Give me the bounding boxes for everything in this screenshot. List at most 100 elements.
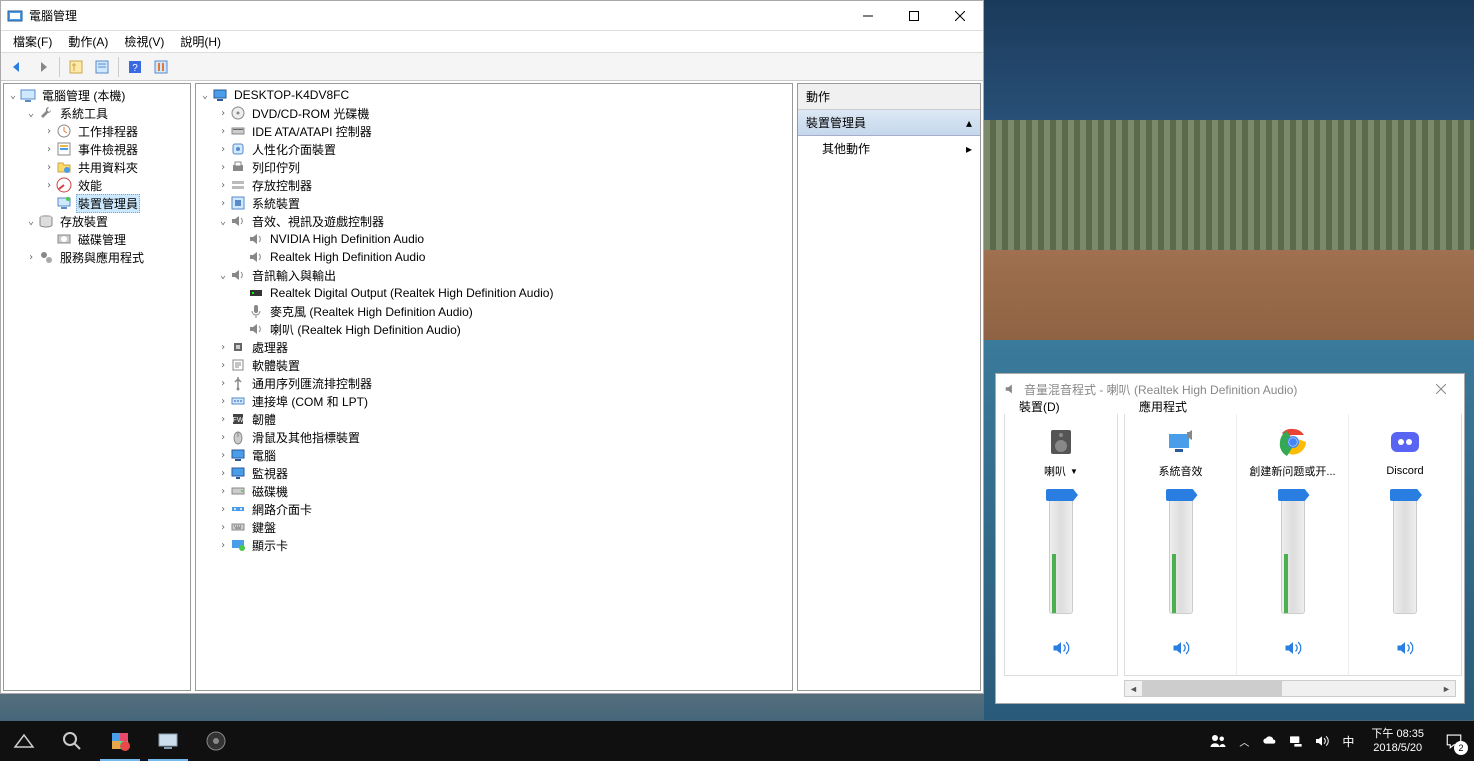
expand-icon[interactable]: › bbox=[216, 468, 230, 479]
left-tree-item[interactable]: ›共用資料夾 bbox=[6, 158, 188, 176]
expand-icon[interactable]: › bbox=[216, 486, 230, 497]
volume-slider[interactable] bbox=[1278, 494, 1308, 624]
network-icon[interactable] bbox=[1283, 721, 1309, 761]
show-hide-tree-button[interactable] bbox=[64, 55, 88, 79]
menu-file[interactable]: 檔案(F) bbox=[5, 31, 60, 52]
expand-icon[interactable]: › bbox=[216, 198, 230, 209]
left-tree-item[interactable]: ›服務與應用程式 bbox=[6, 248, 188, 266]
expand-icon[interactable]: › bbox=[42, 144, 56, 155]
device-tree-item[interactable]: ›監視器 bbox=[198, 464, 790, 482]
device-tree-item[interactable]: ›通用序列匯流排控制器 bbox=[198, 374, 790, 392]
forward-button[interactable] bbox=[31, 55, 55, 79]
chrome-icon[interactable] bbox=[1277, 426, 1309, 458]
expand-icon[interactable]: › bbox=[42, 162, 56, 173]
taskbar-app-2[interactable] bbox=[48, 721, 96, 761]
taskbar-computer-management[interactable] bbox=[144, 721, 192, 761]
expand-icon[interactable]: › bbox=[216, 162, 230, 173]
cm-left-tree[interactable]: ⌄電腦管理 (本機)⌄系統工具›工作排程器›事件檢視器›共用資料夾›效能裝置管理… bbox=[3, 83, 191, 691]
expand-icon[interactable]: › bbox=[42, 180, 56, 191]
device-tree-item[interactable]: 麥克風 (Realtek High Definition Audio) bbox=[198, 302, 790, 320]
expand-icon[interactable]: › bbox=[24, 252, 38, 263]
left-tree-item[interactable]: 磁碟管理 bbox=[6, 230, 188, 248]
expand-icon[interactable]: › bbox=[216, 540, 230, 551]
volume-slider[interactable] bbox=[1166, 494, 1196, 624]
slider-thumb[interactable] bbox=[1166, 489, 1198, 501]
device-tree-item[interactable]: ›滑鼠及其他指標裝置 bbox=[198, 428, 790, 446]
expand-icon[interactable]: › bbox=[216, 396, 230, 407]
slider-thumb[interactable] bbox=[1278, 489, 1310, 501]
mute-button[interactable] bbox=[1051, 638, 1071, 658]
left-tree-item[interactable]: ›事件檢視器 bbox=[6, 140, 188, 158]
expand-icon[interactable]: › bbox=[216, 360, 230, 371]
device-tree-item[interactable]: ›磁碟機 bbox=[198, 482, 790, 500]
speaker-device-icon[interactable] bbox=[1045, 426, 1077, 458]
collapse-icon[interactable]: ⌄ bbox=[24, 108, 38, 119]
device-tree-item[interactable]: ›處理器 bbox=[198, 338, 790, 356]
device-tree-item[interactable]: ›DVD/CD-ROM 光碟機 bbox=[198, 104, 790, 122]
cm-titlebar[interactable]: 電腦管理 bbox=[1, 1, 983, 31]
expand-icon[interactable]: › bbox=[216, 450, 230, 461]
slider-thumb[interactable] bbox=[1390, 489, 1422, 501]
properties-button[interactable] bbox=[90, 55, 114, 79]
menu-action[interactable]: 動作(A) bbox=[60, 31, 116, 52]
expand-icon[interactable]: › bbox=[216, 414, 230, 425]
device-tree-item[interactable]: ›顯示卡 bbox=[198, 536, 790, 554]
expand-icon[interactable]: › bbox=[216, 504, 230, 515]
action-center-button[interactable]: 2 bbox=[1434, 721, 1474, 761]
ime-indicator[interactable]: 中 bbox=[1335, 721, 1361, 761]
mute-button[interactable] bbox=[1171, 638, 1191, 658]
volume-icon[interactable] bbox=[1309, 721, 1335, 761]
minimize-button[interactable] bbox=[845, 1, 891, 30]
onedrive-icon[interactable] bbox=[1257, 721, 1283, 761]
menu-help[interactable]: 說明(H) bbox=[172, 31, 229, 52]
expand-icon[interactable]: › bbox=[216, 342, 230, 353]
scroll-left-icon[interactable]: ◄ bbox=[1125, 681, 1142, 696]
discord-icon[interactable] bbox=[1389, 426, 1421, 458]
back-button[interactable] bbox=[5, 55, 29, 79]
device-tree-item[interactable]: ›IDE ATA/ATAPI 控制器 bbox=[198, 122, 790, 140]
mixer-scrollbar[interactable]: ◄ ► bbox=[1124, 680, 1456, 697]
device-tree-item[interactable]: ›軟體裝置 bbox=[198, 356, 790, 374]
collapse-icon[interactable]: ⌄ bbox=[198, 90, 212, 101]
device-tree-item[interactable]: ›列印佇列 bbox=[198, 158, 790, 176]
left-tree-item[interactable]: ⌄存放裝置 bbox=[6, 212, 188, 230]
volume-slider[interactable] bbox=[1046, 494, 1076, 624]
expand-icon[interactable]: › bbox=[216, 378, 230, 389]
expand-icon[interactable]: › bbox=[216, 144, 230, 155]
device-tree-item[interactable]: Realtek High Definition Audio bbox=[198, 248, 790, 266]
slider-thumb[interactable] bbox=[1046, 489, 1078, 501]
expand-icon[interactable]: › bbox=[42, 126, 56, 137]
collapse-icon[interactable]: ⌄ bbox=[6, 90, 20, 101]
collapse-icon[interactable]: ⌄ bbox=[216, 270, 230, 281]
device-tree-item[interactable]: ⌄DESKTOP-K4DV8FC bbox=[198, 86, 790, 104]
device-tree-item[interactable]: ⌄音效、視訊及遊戲控制器 bbox=[198, 212, 790, 230]
device-tree-item[interactable]: ⌄音訊輸入與輸出 bbox=[198, 266, 790, 284]
device-tree-item[interactable]: ›電腦 bbox=[198, 446, 790, 464]
menu-view[interactable]: 檢視(V) bbox=[116, 31, 172, 52]
mute-button[interactable] bbox=[1283, 638, 1303, 658]
actions-section-device-manager[interactable]: 裝置管理員 ▴ bbox=[798, 110, 980, 136]
taskbar-media-player[interactable] bbox=[192, 721, 240, 761]
collapse-icon[interactable]: ⌄ bbox=[24, 216, 38, 227]
people-icon[interactable] bbox=[1205, 721, 1231, 761]
left-tree-item[interactable]: ›效能 bbox=[6, 176, 188, 194]
taskbar-app-1[interactable] bbox=[0, 721, 48, 761]
device-tree-item[interactable]: 喇叭 (Realtek High Definition Audio) bbox=[198, 320, 790, 338]
left-tree-item[interactable]: ›工作排程器 bbox=[6, 122, 188, 140]
expand-icon[interactable]: › bbox=[216, 432, 230, 443]
device-tree-item[interactable]: ›人性化介面裝置 bbox=[198, 140, 790, 158]
chevron-down-icon[interactable]: ▼ bbox=[1070, 467, 1078, 476]
device-tree-item[interactable]: NVIDIA High Definition Audio bbox=[198, 230, 790, 248]
device-tree-item[interactable]: ›FW韌體 bbox=[198, 410, 790, 428]
mixer-titlebar[interactable]: 音量混音程式 - 喇叭 (Realtek High Definition Aud… bbox=[996, 374, 1464, 404]
left-tree-item[interactable]: ⌄電腦管理 (本機) bbox=[6, 86, 188, 104]
close-button[interactable] bbox=[937, 1, 983, 30]
refresh-button[interactable] bbox=[149, 55, 173, 79]
help-button[interactable]: ? bbox=[123, 55, 147, 79]
taskbar-app-3[interactable] bbox=[96, 721, 144, 761]
device-tree-item[interactable]: ›存放控制器 bbox=[198, 176, 790, 194]
tray-expand-icon[interactable]: ︿ bbox=[1231, 721, 1257, 761]
scrollbar-thumb[interactable] bbox=[1142, 681, 1282, 696]
expand-icon[interactable]: › bbox=[216, 108, 230, 119]
left-tree-item[interactable]: 裝置管理員 bbox=[6, 194, 188, 212]
